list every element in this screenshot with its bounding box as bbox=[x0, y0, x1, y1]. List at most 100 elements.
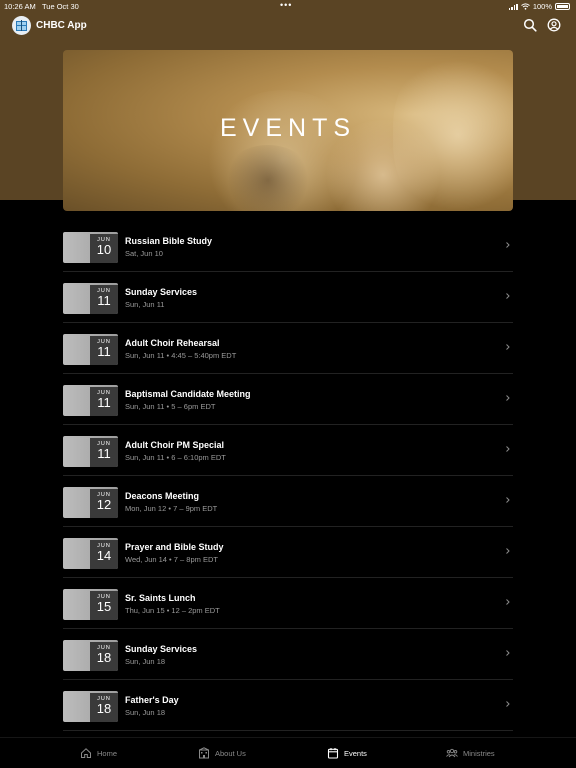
tab-home-label: Home bbox=[97, 748, 118, 758]
event-thumbnail: JUN 11 bbox=[63, 385, 118, 416]
building-icon bbox=[199, 747, 209, 759]
account-icon[interactable] bbox=[547, 18, 561, 32]
date-badge: JUN 11 bbox=[90, 438, 118, 467]
tab-bar: Home About Us Events Ministries bbox=[0, 737, 576, 768]
cellular-signal-icon bbox=[508, 3, 518, 10]
multitasking-dots[interactable]: ••• bbox=[280, 0, 292, 10]
event-subtitle: Sun, Jun 11 • 5 – 6pm EDT bbox=[125, 402, 216, 411]
chevron-right-icon bbox=[506, 395, 510, 401]
event-row[interactable]: JUN 15 Sr. Saints Lunch Thu, Jun 15 • 12… bbox=[63, 578, 513, 629]
app-title: CHBC App bbox=[36, 20, 87, 31]
status-bar: 10:26 AM Tue Oct 30 ••• 100% bbox=[0, 0, 576, 12]
date-badge: JUN 14 bbox=[90, 540, 118, 569]
date-badge: JUN 18 bbox=[90, 642, 118, 671]
event-title: Sunday Services bbox=[125, 287, 198, 297]
event-row[interactable]: JUN 18 Sunday Services Sun, Jun 18 bbox=[63, 629, 513, 680]
event-row[interactable]: JUN 18 Father's Day Sun, Jun 18 bbox=[63, 680, 513, 731]
tab-events[interactable]: Events bbox=[327, 747, 367, 759]
wifi-icon bbox=[520, 3, 530, 10]
people-icon bbox=[446, 748, 458, 758]
logo-icon[interactable] bbox=[12, 16, 31, 35]
home-icon bbox=[81, 748, 91, 758]
event-list: JUN 10 Russian Bible Study Sat, Jun 10 J… bbox=[63, 221, 513, 731]
tab-home[interactable]: Home bbox=[80, 747, 117, 759]
date-badge: JUN 10 bbox=[90, 234, 118, 263]
event-title: Adult Choir Rehearsal bbox=[125, 338, 220, 348]
event-thumbnail: JUN 11 bbox=[63, 283, 118, 314]
status-time-date: 10:26 AM Tue Oct 30 bbox=[4, 2, 79, 11]
chevron-right-icon bbox=[506, 344, 510, 350]
event-row[interactable]: JUN 11 Adult Choir Rehearsal Sun, Jun 11… bbox=[63, 323, 513, 374]
event-subtitle: Sun, Jun 11 bbox=[125, 300, 165, 309]
date-badge-day: 11 bbox=[97, 395, 111, 410]
chevron-right-icon bbox=[506, 599, 510, 605]
event-subtitle: Sun, Jun 18 bbox=[125, 708, 166, 717]
chevron-right-icon bbox=[506, 497, 510, 503]
event-thumbnail: JUN 18 bbox=[63, 640, 118, 671]
event-row[interactable]: JUN 11 Adult Choir PM Special Sun, Jun 1… bbox=[63, 425, 513, 476]
status-date: Tue Oct 30 bbox=[41, 2, 79, 11]
chevron-right-icon bbox=[506, 242, 510, 248]
date-badge-day: 12 bbox=[96, 497, 112, 512]
date-badge-day: 18 bbox=[96, 701, 112, 716]
event-row[interactable]: JUN 11 Baptismal Candidate Meeting Sun, … bbox=[63, 374, 513, 425]
event-thumbnail: JUN 10 bbox=[63, 232, 118, 263]
event-row[interactable]: JUN 10 Russian Bible Study Sat, Jun 10 bbox=[63, 221, 513, 272]
date-badge-day: 11 bbox=[97, 293, 111, 308]
event-thumbnail: JUN 15 bbox=[63, 589, 118, 620]
hero-title: EVENTS bbox=[219, 114, 357, 142]
chevron-right-icon bbox=[506, 650, 510, 656]
event-subtitle: Sun, Jun 18 bbox=[125, 657, 166, 666]
event-thumbnail: JUN 18 bbox=[63, 691, 118, 722]
event-thumbnail: JUN 11 bbox=[63, 334, 118, 365]
hero-photo-shadow bbox=[223, 145, 313, 211]
date-badge-day: 15 bbox=[96, 599, 112, 614]
date-badge: JUN 18 bbox=[90, 693, 118, 722]
date-badge-day: 10 bbox=[96, 242, 112, 257]
event-title: Sr. Saints Lunch bbox=[125, 593, 196, 603]
event-subtitle: Thu, Jun 15 • 12 – 2pm EDT bbox=[125, 606, 220, 615]
nav-bar: CHBC App bbox=[0, 12, 576, 40]
events-hero-banner: EVENTS bbox=[63, 50, 513, 211]
date-badge: JUN 11 bbox=[90, 285, 118, 314]
event-row[interactable]: JUN 11 Sunday Services Sun, Jun 11 bbox=[63, 272, 513, 323]
battery-percent: 100% bbox=[532, 2, 552, 11]
event-title: Adult Choir PM Special bbox=[125, 440, 225, 450]
event-title: Father's Day bbox=[125, 695, 179, 705]
event-subtitle: Sun, Jun 11 • 4:45 – 5:40pm EDT bbox=[125, 351, 237, 360]
event-title: Sunday Services bbox=[125, 644, 198, 654]
calendar-icon bbox=[327, 748, 339, 759]
event-title: Deacons Meeting bbox=[125, 491, 200, 501]
event-subtitle: Wed, Jun 14 • 7 – 8pm EDT bbox=[125, 555, 218, 564]
tab-about-us-label: About Us bbox=[215, 748, 246, 758]
event-thumbnail: JUN 14 bbox=[63, 538, 118, 569]
tab-ministries[interactable]: Ministries bbox=[446, 747, 495, 759]
event-row[interactable]: JUN 14 Prayer and Bible Study Wed, Jun 1… bbox=[63, 527, 513, 578]
date-badge-day: 11 bbox=[97, 446, 111, 461]
date-badge-day: 11 bbox=[97, 344, 111, 359]
event-title: Baptismal Candidate Meeting bbox=[125, 389, 251, 399]
event-subtitle: Mon, Jun 12 • 7 – 9pm EDT bbox=[125, 504, 218, 513]
event-title: Prayer and Bible Study bbox=[125, 542, 224, 552]
tab-events-label: Events bbox=[344, 748, 367, 758]
status-time: 10:26 AM bbox=[4, 2, 36, 11]
chevron-right-icon bbox=[506, 293, 510, 299]
status-indicators: 100% bbox=[508, 2, 570, 11]
event-thumbnail: JUN 11 bbox=[63, 436, 118, 467]
date-badge: JUN 11 bbox=[90, 387, 118, 416]
tab-about-us[interactable]: About Us bbox=[198, 747, 246, 759]
date-badge: JUN 11 bbox=[90, 336, 118, 365]
search-icon[interactable] bbox=[523, 18, 537, 32]
date-badge: JUN 15 bbox=[90, 591, 118, 620]
date-badge-day: 14 bbox=[96, 548, 112, 563]
event-subtitle: Sun, Jun 11 • 6 – 6:10pm EDT bbox=[125, 453, 226, 462]
battery-icon bbox=[555, 3, 570, 10]
chevron-right-icon bbox=[506, 548, 510, 554]
date-badge-day: 18 bbox=[96, 650, 112, 665]
date-badge: JUN 12 bbox=[90, 489, 118, 518]
tab-ministries-label: Ministries bbox=[463, 748, 495, 758]
chevron-right-icon bbox=[506, 701, 510, 707]
event-row[interactable]: JUN 12 Deacons Meeting Mon, Jun 12 • 7 –… bbox=[63, 476, 513, 527]
event-subtitle: Sat, Jun 10 bbox=[125, 249, 163, 258]
event-thumbnail: JUN 12 bbox=[63, 487, 118, 518]
